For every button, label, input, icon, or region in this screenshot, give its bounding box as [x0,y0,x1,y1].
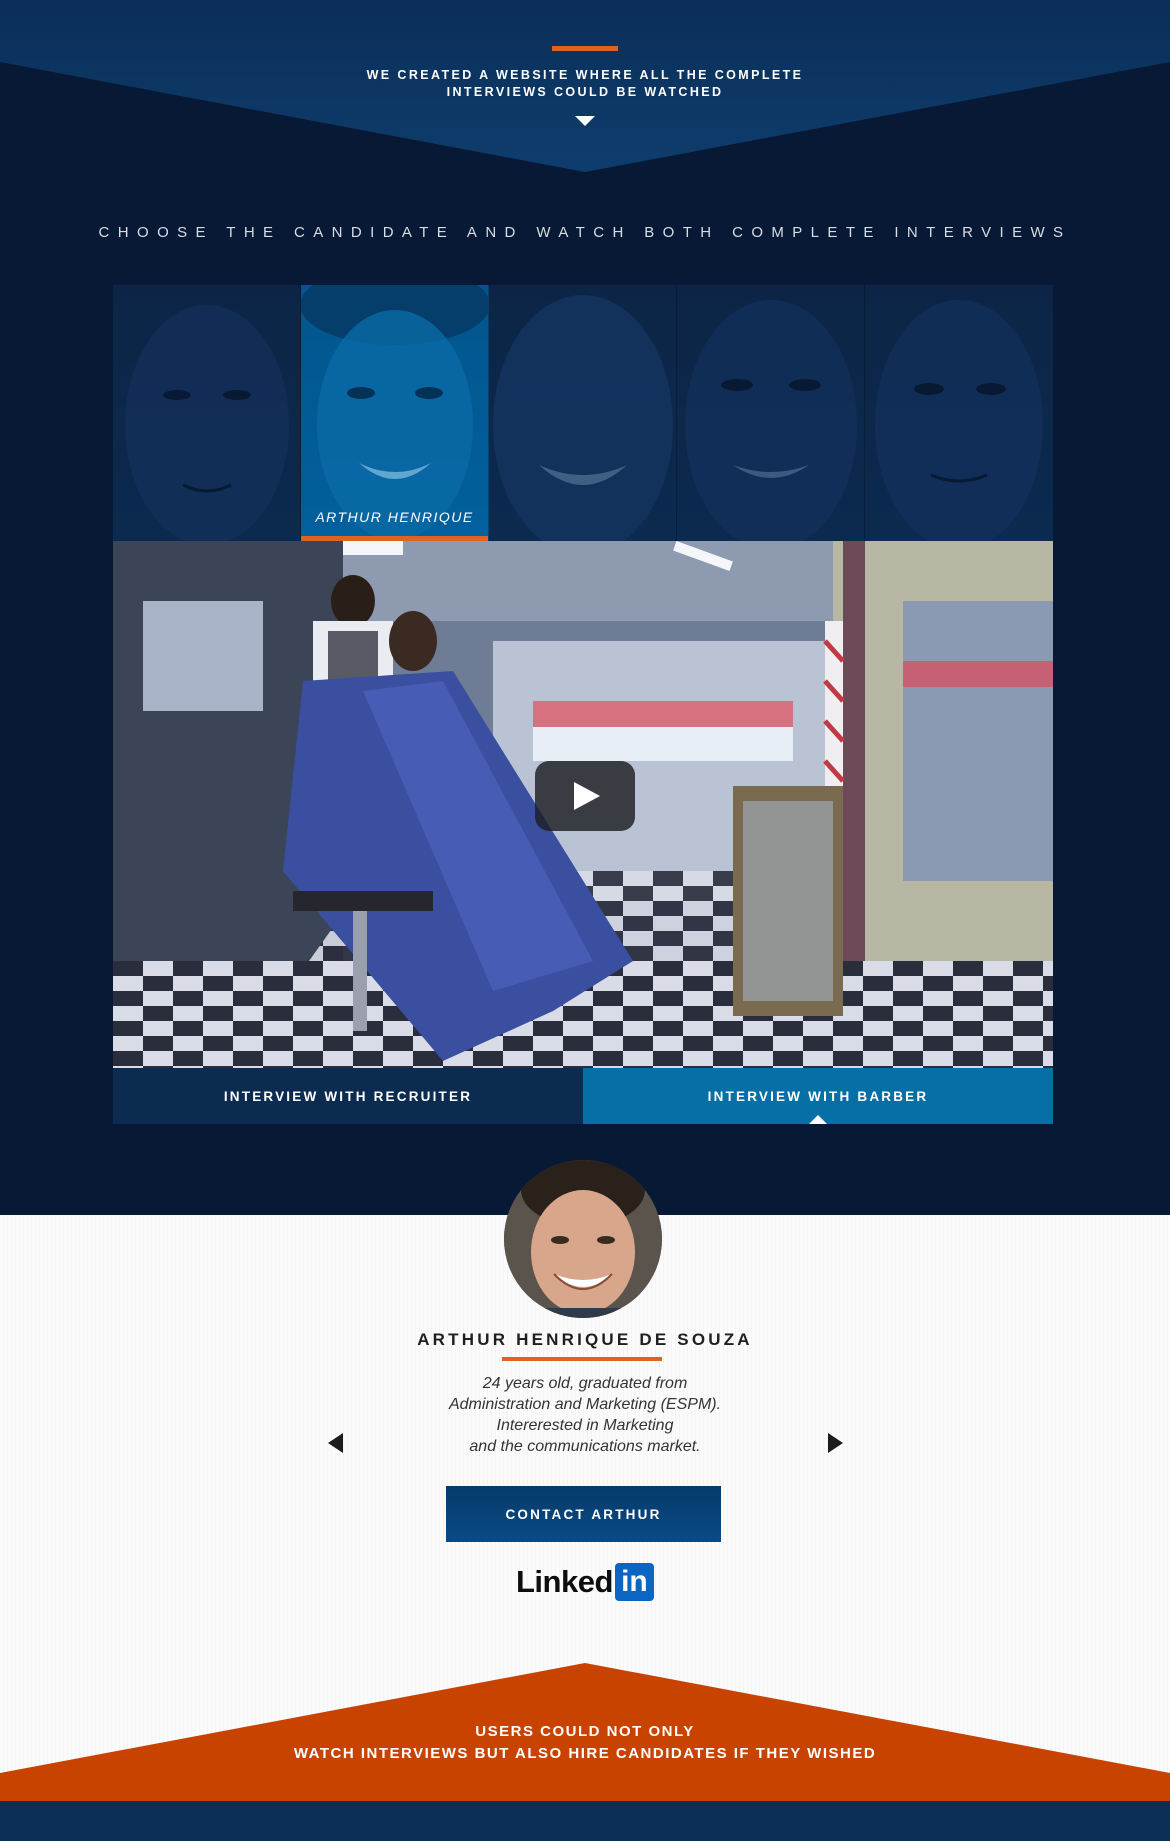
tab-interview-barber[interactable]: INTERVIEW WITH BARBER [583,1068,1053,1124]
footer-line: USERS COULD NOT ONLY [475,1723,695,1740]
candidate-selector: ARTHUR HENRIQUE [113,285,1053,541]
interview-tabs: INTERVIEW WITH RECRUITER INTERVIEW WITH … [113,1068,1053,1124]
next-candidate-icon[interactable] [828,1433,843,1453]
face-image [301,285,488,540]
active-tab-indicator [809,1115,827,1124]
bio-line: 24 years old, graduated from [482,1375,688,1392]
play-button[interactable] [535,761,635,831]
face-image [875,300,1043,541]
candidate-thumb-1[interactable] [113,285,301,541]
contact-button[interactable]: CONTACT ARTHUR [446,1486,721,1542]
linkedin-icon[interactable]: Linked in [516,1563,654,1601]
candidate-thumb-5[interactable] [865,285,1053,541]
candidate-thumb-4[interactable] [677,285,865,541]
linkedin-badge: in [614,1563,654,1601]
footer-line: WATCH INTERVIEWS BUT ALSO HIRE CANDIDATE… [293,1745,877,1762]
face-image [125,305,289,541]
tab-interview-recruiter[interactable]: INTERVIEW WITH RECRUITER [113,1068,583,1124]
bio-line: Intererested in Marketing [496,1417,674,1434]
avatar [504,1160,662,1318]
avatar-image [504,1160,662,1318]
footer-text: USERS COULD NOT ONLY WATCH INTERVIEWS BU… [235,1721,935,1765]
bio-line: Administration and Marketing (ESPM). [448,1396,722,1413]
candidate-thumb-2[interactable]: ARTHUR HENRIQUE [301,285,489,541]
previous-candidate-icon[interactable] [328,1433,343,1453]
section-heading: CHOOSE THE CANDIDATE AND WATCH BOTH COMP… [98,224,1072,241]
banner-accent-line [552,46,618,51]
linkedin-wordmark: Linked [516,1564,613,1599]
tab-label: INTERVIEW WITH BARBER [707,1088,929,1104]
candidate-full-name: ARTHUR HENRIQUE DE SOUZA [417,1330,753,1349]
play-icon [574,782,600,810]
candidate-thumb-3[interactable] [489,285,677,541]
face-image [493,295,673,541]
profile-accent-line [502,1357,662,1361]
candidate-name: ARTHUR HENRIQUE [315,509,474,525]
scroll-down-icon[interactable] [575,116,595,126]
face-image [685,300,857,541]
video-player[interactable] [113,541,1053,1068]
candidate-bio: 24 years old, graduated from Administrat… [385,1373,785,1457]
banner-text: WE CREATED A WEBSITE WHERE ALL THE COMPL… [366,68,804,99]
bio-line: and the communications market. [469,1438,701,1455]
